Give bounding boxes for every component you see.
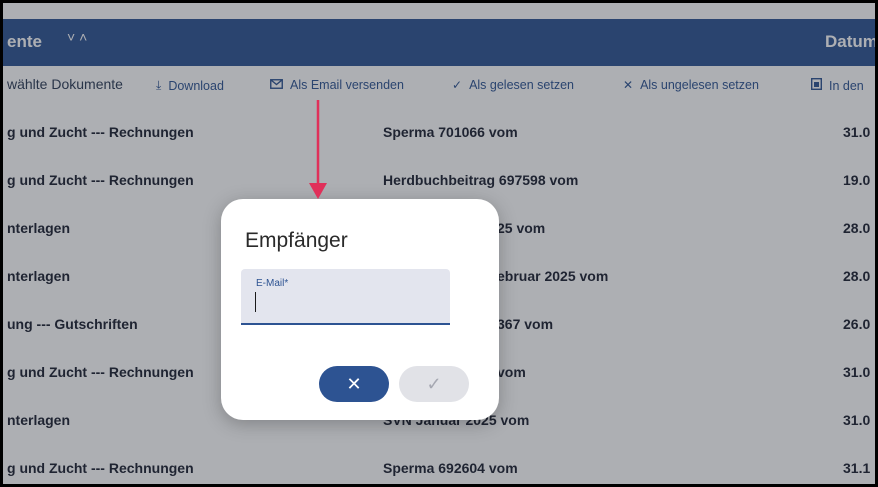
app-frame: ente ˅˄ Datum wählte Dokumente ⤓ Downloa…: [3, 3, 875, 484]
annotation-arrow-icon: [309, 100, 327, 199]
